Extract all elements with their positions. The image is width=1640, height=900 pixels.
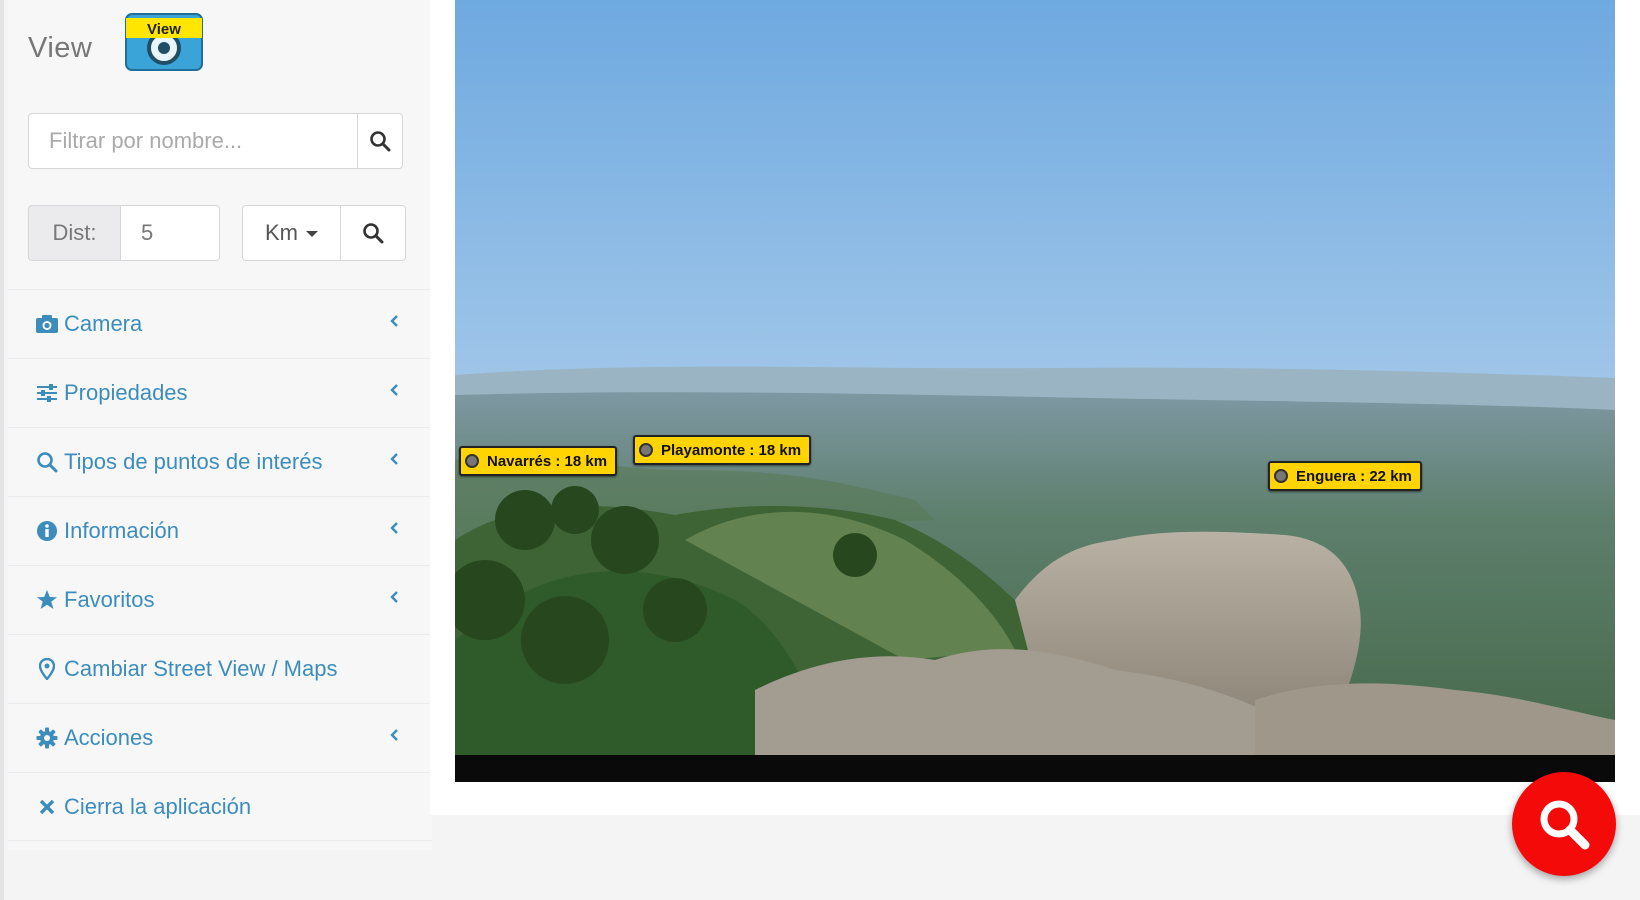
menu-item-camera[interactable]: Camera — [8, 289, 432, 358]
caret-down-icon — [306, 231, 318, 237]
menu-item-favoritos[interactable]: Favoritos — [8, 565, 432, 634]
menu-label-camera: Camera — [64, 311, 143, 336]
name-search-button[interactable] — [357, 113, 403, 169]
distance-group: Dist: — [28, 205, 220, 261]
poi-marker-icon — [1274, 469, 1288, 483]
gear-icon — [34, 727, 60, 749]
panorama-image — [455, 0, 1615, 755]
star-icon — [34, 589, 60, 611]
search-icon — [363, 223, 384, 244]
poi-label[interactable]: Playamonte : 18 km — [633, 435, 812, 465]
menu-label-informacion: Información — [64, 518, 179, 543]
menu-label-favoritos: Favoritos — [64, 587, 155, 612]
unit-value: Km — [265, 220, 298, 245]
menu-item-cambiar-view[interactable]: Cambiar Street View / Maps — [8, 634, 432, 703]
unit-group: Km — [242, 205, 406, 261]
street-view-viewer[interactable]: Navarrés : 18 km Playamonte : 18 km Engu… — [455, 0, 1615, 782]
menu-label-propiedades: Propiedades — [64, 380, 188, 405]
menu-item-acciones[interactable]: Acciones — [8, 703, 432, 772]
distance-search-button[interactable] — [340, 205, 406, 261]
menu-label-cambiar-view: Cambiar Street View / Maps — [64, 656, 338, 681]
distance-input[interactable] — [120, 205, 220, 261]
chevron-left-icon — [390, 453, 398, 465]
brand: View View — [28, 13, 203, 78]
name-filter-group — [28, 113, 403, 169]
menu-label-acciones: Acciones — [64, 725, 154, 750]
unit-dropdown[interactable]: Km — [242, 205, 340, 261]
search-icon — [1540, 800, 1590, 850]
logo-text: View — [147, 21, 181, 38]
poi-marker-icon — [465, 454, 479, 468]
poi-text: Playamonte : 18 km — [661, 441, 802, 459]
menu-item-informacion[interactable]: Información — [8, 496, 432, 565]
distance-label: Dist: — [28, 205, 120, 261]
chevron-left-icon — [390, 729, 398, 741]
poi-label[interactable]: Enguera : 22 km — [1268, 461, 1422, 491]
brand-title: View — [28, 31, 93, 64]
menu-item-cierra-app[interactable]: Cierra la aplicación — [8, 772, 432, 841]
search-icon — [370, 131, 391, 152]
menu-label-tipos-poi: Tipos de puntos de interés — [64, 449, 323, 474]
chevron-left-icon — [390, 315, 398, 327]
camera-logo-icon: View — [125, 13, 203, 71]
search-fab-button[interactable] — [1512, 772, 1616, 876]
name-filter-input[interactable] — [28, 113, 357, 169]
search-icon — [34, 451, 60, 473]
sidebar-menu: Camera Propiedades Tipos de puntos de in… — [8, 289, 432, 841]
menu-item-tipos-poi[interactable]: Tipos de puntos de interés — [8, 427, 432, 496]
menu-label-cierra-app: Cierra la aplicación — [64, 793, 252, 819]
sliders-icon — [34, 382, 60, 404]
chevron-left-icon — [390, 591, 398, 603]
poi-text: Enguera : 22 km — [1296, 467, 1412, 485]
chevron-left-icon — [390, 522, 398, 534]
close-icon — [34, 796, 60, 818]
sidebar: View View Dist: Km — [0, 0, 432, 900]
info-icon — [34, 520, 60, 542]
chevron-left-icon — [390, 384, 398, 396]
camera-icon — [34, 313, 60, 335]
poi-label[interactable]: Navarrés : 18 km — [459, 446, 618, 476]
menu-item-propiedades[interactable]: Propiedades — [8, 358, 432, 427]
poi-marker-icon — [639, 443, 653, 457]
poi-text: Navarrés : 18 km — [487, 452, 608, 470]
map-marker-icon — [34, 658, 60, 680]
